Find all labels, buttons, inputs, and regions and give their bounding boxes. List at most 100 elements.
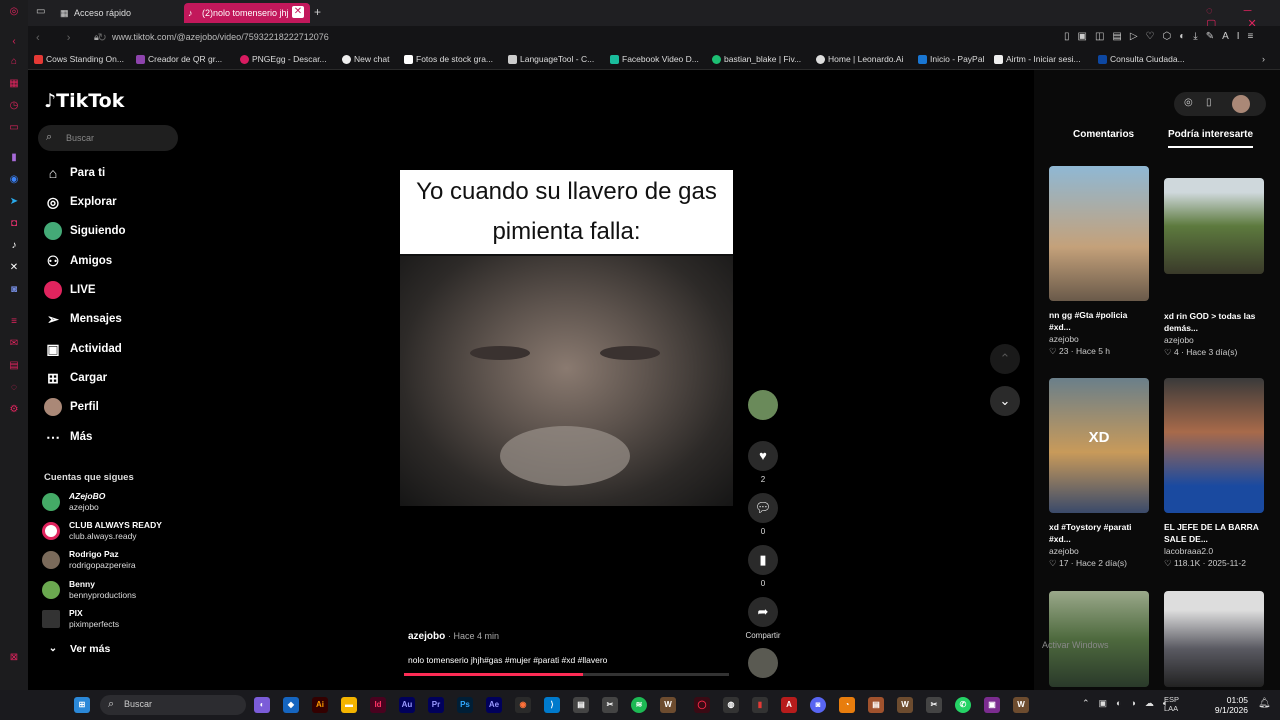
twitch-icon[interactable]: ▮ [8,152,20,164]
premiere-icon[interactable]: Pr [428,697,444,713]
photoshop-icon[interactable]: Ps [457,697,473,713]
discord-icon[interactable]: ◙ [810,697,826,713]
acrobat-icon[interactable]: A [781,697,797,713]
vscode-alt-icon[interactable]: ◆ [283,697,299,713]
nav-siguiendo[interactable]: Siguiendo [44,222,126,240]
calendar-icon[interactable]: ▤ [8,360,20,372]
bookmark-item[interactable]: Inicio - PayPal [918,54,984,64]
vscode-icon[interactable]: ⟩ [544,697,560,713]
new-tab-icon[interactable]: + [314,5,321,19]
bookmark-item[interactable]: PNGEgg - Descar... [240,54,327,64]
copilot-icon[interactable]: ◐ [254,697,270,713]
url-field[interactable]: www.tiktok.com/@azejobo/video/7593221822… [112,32,329,42]
notes-icon[interactable]: ▤ [868,697,884,713]
history-icon[interactable]: ◷ [8,100,20,112]
bookmark-item[interactable]: LanguageTool - C... [508,54,594,64]
bookmark-item[interactable]: Airtm - Iniciar sesi... [994,54,1081,64]
followed-account[interactable]: CLUB ALWAYS READY club.always.ready [42,520,162,542]
firefox-icon[interactable]: ◉ [515,697,531,713]
nav-amigos[interactable]: ⚇ Amigos [44,252,112,270]
nav-cargar[interactable]: ⊞ Cargar [44,369,107,387]
bookmark-item[interactable]: Cows Standing On... [34,54,124,64]
bookmark-item[interactable]: Fotos de stock gra... [404,54,493,64]
feed-icon[interactable]: ◌ [8,382,20,394]
folder-icon[interactable]: ▬ [341,697,357,713]
app2-icon[interactable]: ▣ [984,697,1000,713]
save-button[interactable]: ▮ 0 [748,545,778,588]
mail-icon[interactable]: ✉ [8,338,20,350]
tiktok-side-icon[interactable]: ♪ [8,240,20,252]
nav-buttons[interactable]: ‹ › ↻ [36,31,119,44]
language-indicator[interactable]: ESP LAA [1164,695,1179,713]
see-more-link[interactable]: ⌄ Ver más [44,640,111,658]
panel-icon[interactable]: ⊠ [8,652,20,664]
bookmarks-more-icon[interactable]: › [1262,54,1265,64]
capcut-icon[interactable]: ✂ [602,697,618,713]
video-author[interactable]: azejobo [408,631,445,642]
help-icon[interactable]: ◎ [1184,97,1193,108]
nav-para-ti[interactable]: ⌂ Para ti [44,164,105,182]
blender-icon[interactable]: ◔ [839,697,855,713]
followed-account[interactable]: PIX piximperfects [42,608,119,630]
after-effects-icon[interactable]: Ae [486,697,502,713]
suggested-video-card[interactable]: EL JEFE DE LA BARRA SALE DE... lacobraaa… [1164,378,1264,569]
chrome-icon[interactable]: ◍ [723,697,739,713]
settings-icon[interactable]: ⚙ [8,404,20,416]
suggested-video-card[interactable]: xd rin GOD > todas las demás... azejobo … [1164,178,1264,358]
video-player[interactable]: Yo cuando su llavero de gas pimienta fal… [400,170,733,506]
lock-icon[interactable]: 🔒︎ [94,32,99,43]
tab-tiktok[interactable]: ♪ (2)nolo tomenserio jhj ✕ [184,3,310,23]
taskbar-search[interactable]: ⌕ Buscar [100,695,246,715]
illustrator-icon[interactable]: Ai [312,697,328,713]
clock[interactable]: 01:05 9/1/2026 [1212,695,1248,715]
speed-dial-icon[interactable]: ▦ [8,78,20,90]
x-icon[interactable]: ✕ [8,262,20,274]
wow-icon[interactable]: W [660,697,676,713]
tab-quick-access[interactable]: ▦ Acceso rápido [56,3,176,23]
store-icon[interactable]: ▤ [573,697,589,713]
device-icon[interactable]: ▯ [1206,97,1212,108]
bookmark-item[interactable]: Home | Leonardo.Ai [816,54,903,64]
video-progress-bar[interactable] [404,673,729,676]
home-icon[interactable]: ⌂ [8,56,20,68]
opera-icon[interactable]: ◯ [694,697,710,713]
music-disc-button[interactable] [748,648,778,682]
like-button[interactable]: ♥ 2 [748,441,778,484]
comment-button[interactable]: 💬︎ 0 [748,493,778,536]
search-box[interactable]: ⌕ Buscar [38,125,178,151]
discord-icon[interactable]: ◙ [8,284,20,296]
bookmark-item[interactable]: Facebook Video D... [610,54,699,64]
next-video-button[interactable]: ⌄ [990,386,1020,416]
bookmark-item[interactable]: Consulta Ciudada... [1098,54,1185,64]
instagram-icon[interactable]: ◘ [8,218,20,230]
suggested-video-card[interactable] [1164,591,1264,695]
back-icon[interactable]: ‹ [8,36,20,48]
followed-account[interactable]: AZejoBO azejobo [42,491,105,513]
wow-beta-icon[interactable]: W [1013,697,1029,713]
close-tab-icon[interactable]: ✕ [292,6,304,18]
nav-actividad[interactable]: ▣ Actividad [44,340,121,358]
suggested-video-card[interactable]: nn gg #Gta #policia #xd... azejobo ♡ 23 … [1049,166,1149,357]
list-icon[interactable]: ≡ [8,316,20,328]
notification-icon[interactable]: 🔔︎ [1258,698,1271,709]
previous-video-button[interactable]: ⌃ [990,344,1020,374]
avatar[interactable] [1232,95,1250,113]
bookmark-item[interactable]: New chat [342,54,389,64]
spotify-icon[interactable]: ≋ [631,697,647,713]
author-avatar-button[interactable] [748,390,778,424]
telegram-icon[interactable]: ➤ [8,196,20,208]
capcut-alt-icon[interactable]: ✂ [926,697,942,713]
followed-account[interactable]: Benny bennyproductions [42,579,136,601]
nav-mas[interactable]: ⋯ Más [44,428,92,446]
nav-live[interactable]: LIVE [44,281,96,299]
start-icon[interactable]: ⊞ [74,697,90,713]
tiktok-logo[interactable]: ♪TikTok [44,90,124,112]
audition-icon[interactable]: Au [399,697,415,713]
app-icon[interactable]: ▮ [752,697,768,713]
tab-podria-interesarte[interactable]: Podría interesarte [1168,129,1254,148]
wow-alt-icon[interactable]: W [897,697,913,713]
bookmark-item[interactable]: Creador de QR gr... [136,54,222,64]
followed-account[interactable]: Rodrigo Paz rodrigopazpereira [42,549,136,571]
notes-icon[interactable]: ▭ [8,122,20,134]
browser-logo-icon[interactable]: ◎ [8,6,20,18]
